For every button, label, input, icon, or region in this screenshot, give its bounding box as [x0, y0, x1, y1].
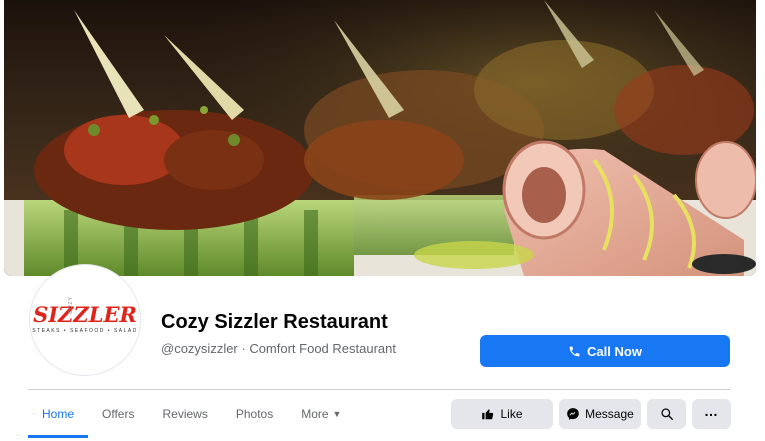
phone-icon — [569, 346, 580, 356]
call-now-label: Call Now — [587, 343, 642, 359]
search-icon — [660, 408, 673, 420]
tab-label: Photos — [235, 407, 274, 421]
like-label: Like — [500, 407, 523, 421]
logo-tagline: STEAKS • SEAFOOD • SALAD — [32, 328, 138, 334]
more-dots-icon: … — [704, 403, 719, 419]
tab-offers[interactable]: Offers — [88, 390, 148, 438]
tab-more[interactable]: More ▼ — [287, 390, 355, 438]
tab-home[interactable]: Home — [28, 390, 89, 438]
message-label: Message — [585, 407, 634, 421]
page-title: Cozy Sizzler Restaurant — [161, 311, 388, 333]
like-button[interactable]: Like — [451, 399, 553, 429]
page-subtitle: @cozysizzler · Comfort Food Restaurant — [161, 341, 396, 356]
cover-photo[interactable] — [4, 0, 756, 276]
logo-small-text: COZY — [67, 296, 74, 314]
tab-label: Offers — [102, 407, 135, 421]
page-actions: Like Message … — [451, 399, 731, 429]
logo-word: SIZZLER — [33, 302, 137, 327]
tab-label: Home — [42, 407, 75, 421]
call-now-button[interactable]: Call Now — [480, 335, 730, 367]
caret-down-icon: ▼ — [332, 409, 342, 419]
tab-reviews[interactable]: Reviews — [148, 390, 221, 438]
profile-avatar[interactable]: COZY SIZZLER STEAKS • SEAFOOD • SALAD — [30, 265, 140, 375]
page-tabs: Home Offers Reviews Photos More ▼ — [28, 390, 355, 440]
more-options-button[interactable]: … — [692, 399, 731, 429]
messenger-icon — [567, 408, 579, 420]
tab-photos[interactable]: Photos — [222, 390, 287, 438]
message-button[interactable]: Message — [559, 399, 641, 429]
cover-image — [4, 0, 756, 276]
tab-label: More — [301, 407, 329, 421]
tab-label: Reviews — [162, 407, 208, 421]
search-button[interactable] — [647, 399, 686, 429]
thumbs-up-icon — [482, 409, 494, 420]
